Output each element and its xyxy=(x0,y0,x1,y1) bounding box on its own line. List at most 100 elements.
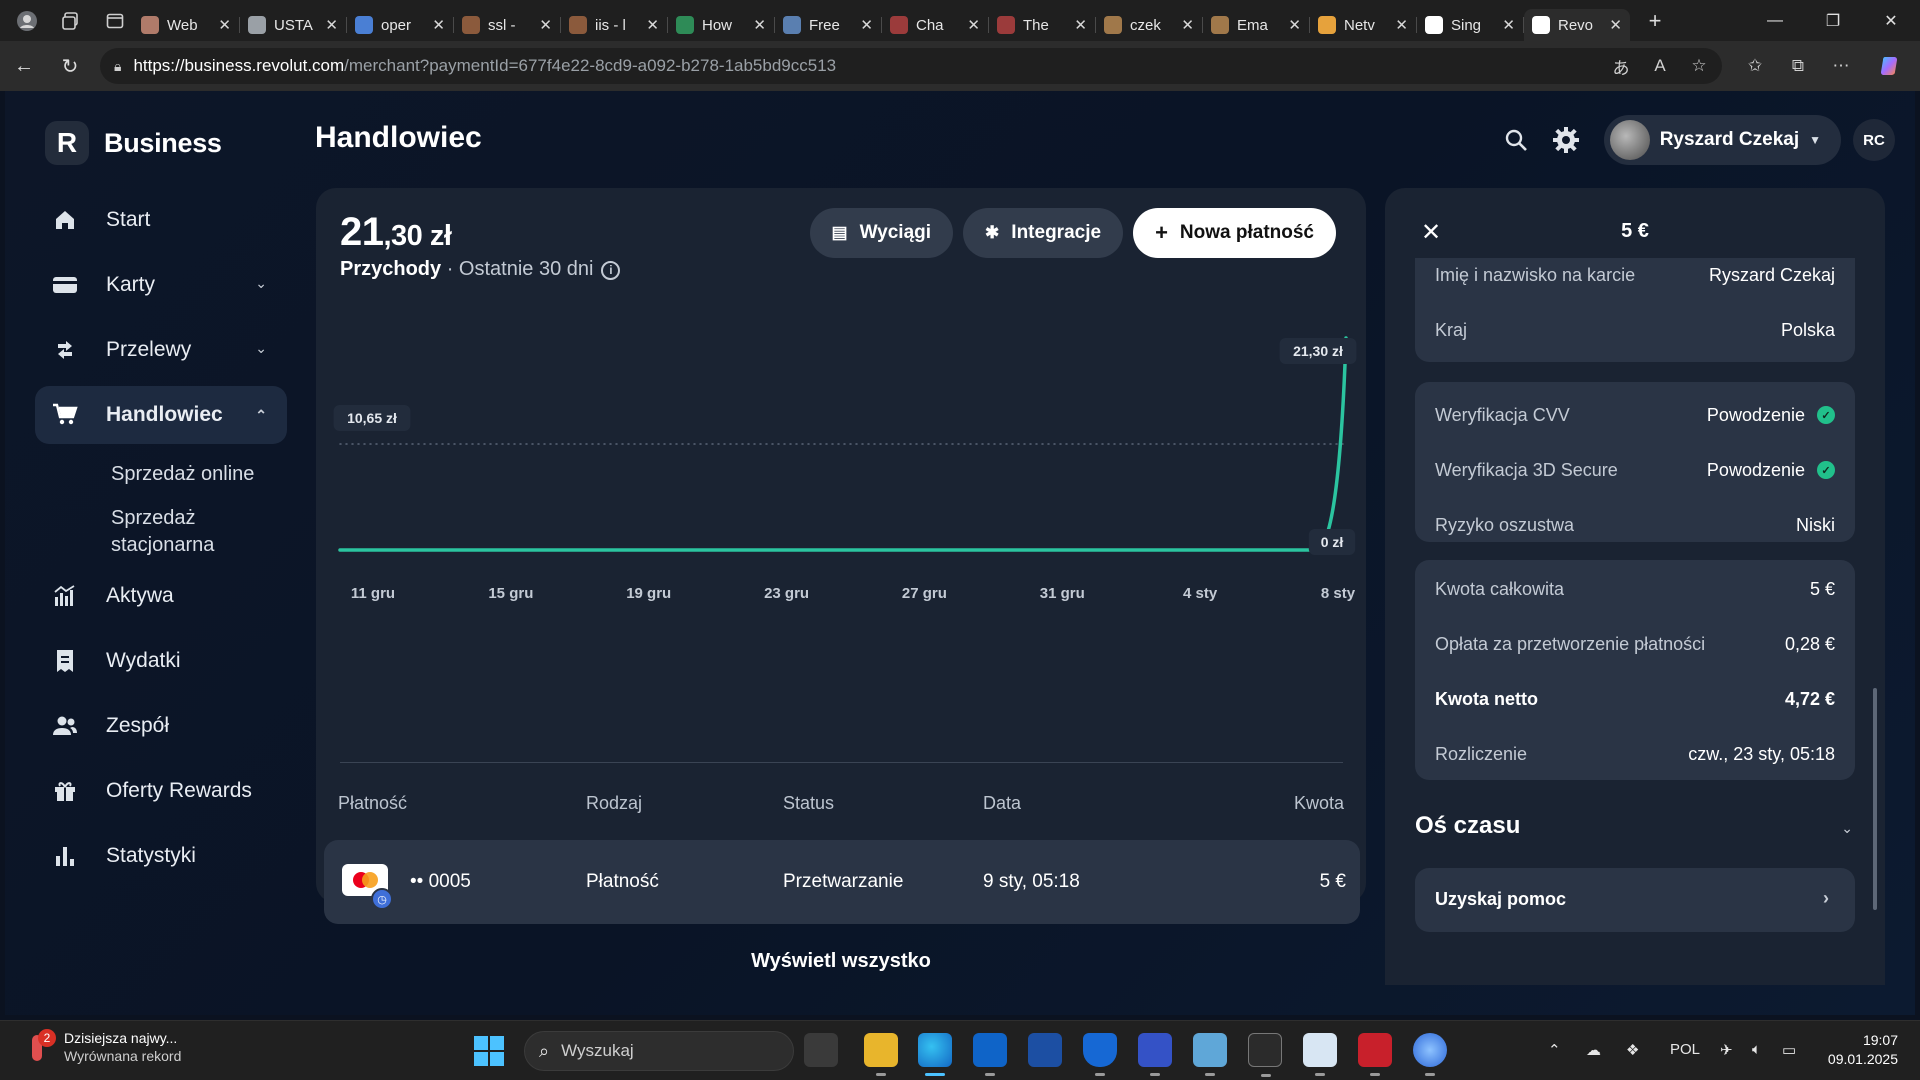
workspaces-icon[interactable] xyxy=(54,7,88,35)
column-header-status[interactable]: Status xyxy=(783,793,834,814)
virtualbox-icon[interactable] xyxy=(1303,1033,1337,1076)
profile-icon[interactable] xyxy=(10,7,44,35)
browser-tab[interactable]: Cha ✕ xyxy=(882,9,989,41)
dropbox-icon[interactable]: ❖ xyxy=(1626,1041,1639,1059)
edge-browser-icon[interactable] xyxy=(918,1033,952,1076)
sidebar-item-start[interactable]: Start xyxy=(35,191,287,249)
store-icon[interactable] xyxy=(1028,1033,1062,1067)
user-menu-button[interactable]: Ryszard Czekaj ▼ xyxy=(1603,115,1841,165)
close-tab-icon[interactable]: ✕ xyxy=(753,16,766,34)
business-initials-avatar[interactable]: RC xyxy=(1853,119,1895,161)
chevron-down-icon[interactable]: ⌄ xyxy=(1841,820,1853,837)
get-help-button[interactable]: Uzyskaj pomoc › xyxy=(1415,868,1855,932)
timeline-header[interactable]: Oś czasu xyxy=(1415,812,1520,840)
sidebar-item-statystyki[interactable]: Statystyki xyxy=(35,827,287,885)
back-button[interactable]: ← xyxy=(8,50,40,82)
taskbar-search[interactable]: ⌕ Wyszukaj xyxy=(524,1031,794,1071)
sidebar-item-handlowiec[interactable]: Handlowiec ⌃ xyxy=(35,386,287,444)
browser-tab[interactable]: How ✕ xyxy=(668,9,775,41)
info-icon[interactable]: i xyxy=(601,261,621,280)
media-app-icon[interactable] xyxy=(1358,1033,1392,1076)
browser-tab[interactable]: oper ✕ xyxy=(347,9,454,41)
battery-icon[interactable]: ▭ xyxy=(1782,1041,1796,1059)
windows-start-icon[interactable] xyxy=(474,1036,504,1066)
column-header-amount[interactable]: Kwota xyxy=(1294,793,1344,814)
statements-button[interactable]: ▤ Wyciągi xyxy=(809,208,954,258)
sidebar-item-aktywa[interactable]: Aktywa xyxy=(35,567,287,625)
url-field[interactable]: 🔒︎ https://business.revolut.com/merchant… xyxy=(100,48,1722,84)
scrollbar-thumb[interactable] xyxy=(1873,688,1877,910)
tab-actions-icon[interactable] xyxy=(98,7,132,35)
integrations-button[interactable]: ✱ Integracje xyxy=(963,208,1124,258)
sidebar-item-karty[interactable]: Karty ⌄ xyxy=(35,256,287,314)
gear-icon[interactable] xyxy=(1546,120,1586,160)
volume-icon[interactable]: 🔈︎ xyxy=(1752,1041,1761,1058)
close-tab-icon[interactable]: ✕ xyxy=(860,16,873,34)
more-menu-icon[interactable]: ⋯ xyxy=(1826,50,1856,82)
close-tab-icon[interactable]: ✕ xyxy=(1395,16,1408,34)
browser-tab[interactable]: czek ✕ xyxy=(1096,9,1203,41)
favorites-icon[interactable]: ✩ xyxy=(1740,50,1770,82)
column-header-date[interactable]: Data xyxy=(983,793,1021,814)
security-shield-icon[interactable] xyxy=(1083,1033,1117,1076)
control-panel-icon[interactable] xyxy=(1193,1033,1227,1076)
sidebar-item-zespol[interactable]: Zespół xyxy=(35,697,287,755)
close-tab-icon[interactable]: ✕ xyxy=(646,16,659,34)
new-tab-button[interactable]: + xyxy=(1640,6,1670,36)
browser-tab[interactable]: Netv ✕ xyxy=(1310,9,1417,41)
chart-x-tick-label: 11 gru xyxy=(351,585,395,602)
view-all-link[interactable]: Wyświetl wszystko xyxy=(316,950,1366,973)
system-clock[interactable]: 19:07 09.01.2025 xyxy=(1828,1031,1898,1069)
copilot-icon[interactable] xyxy=(1876,50,1906,82)
close-tab-icon[interactable]: ✕ xyxy=(1502,16,1515,34)
close-tab-icon[interactable]: ✕ xyxy=(1288,16,1301,34)
close-tab-icon[interactable]: ✕ xyxy=(539,16,552,34)
minimize-button[interactable]: — xyxy=(1746,0,1804,41)
save-disk-icon[interactable] xyxy=(1138,1033,1172,1076)
file-explorer-icon[interactable] xyxy=(864,1033,898,1076)
reload-button[interactable]: ↻ xyxy=(54,50,86,82)
revolut-logo[interactable]: R Business xyxy=(45,121,222,165)
chevron-up-icon[interactable]: ⌃ xyxy=(1548,1041,1561,1059)
maximize-button[interactable]: ❐ xyxy=(1804,0,1862,41)
close-window-button[interactable]: ✕ xyxy=(1862,0,1920,41)
browser-tab[interactable]: ssl - ✕ xyxy=(454,9,561,41)
weather-widget[interactable]: 2 Dzisiejsza najwy... Wyrównana rekord xyxy=(24,1029,181,1065)
close-tab-icon[interactable]: ✕ xyxy=(1181,16,1194,34)
new-payment-button[interactable]: + Nowa płatność xyxy=(1133,208,1336,258)
extensions-icon[interactable]: ⧉ xyxy=(1783,50,1813,82)
browser-tab[interactable]: Web ✕ xyxy=(133,9,240,41)
terminal-icon[interactable] xyxy=(1248,1033,1282,1077)
close-tab-icon[interactable]: ✕ xyxy=(325,16,338,34)
browser-tab[interactable]: Free ✕ xyxy=(775,9,882,41)
browser-tab[interactable]: Revo ✕ xyxy=(1524,9,1630,41)
close-tab-icon[interactable]: ✕ xyxy=(432,16,445,34)
language-indicator[interactable]: POL xyxy=(1670,1041,1700,1058)
airplane-icon[interactable]: ✈ xyxy=(1720,1041,1733,1059)
close-tab-icon[interactable]: ✕ xyxy=(1074,16,1087,34)
column-header-type[interactable]: Rodzaj xyxy=(586,793,642,814)
app-icon[interactable] xyxy=(1413,1033,1447,1076)
close-tab-icon[interactable]: ✕ xyxy=(218,16,231,34)
browser-tab[interactable]: iis - l ✕ xyxy=(561,9,668,41)
browser-tab[interactable]: The ✕ xyxy=(989,9,1096,41)
browser-tab[interactable]: USTA ✕ xyxy=(240,9,347,41)
close-tab-icon[interactable]: ✕ xyxy=(967,16,980,34)
translate-icon[interactable]: あ xyxy=(1606,50,1636,82)
read-aloud-icon[interactable]: A xyxy=(1645,50,1675,82)
column-header-payment[interactable]: Płatność xyxy=(338,793,407,814)
sidebar-item-rewards[interactable]: Oferty Rewards xyxy=(35,762,287,820)
search-icon[interactable] xyxy=(1496,120,1536,160)
browser-tab[interactable]: Sing ✕ xyxy=(1417,9,1524,41)
sidebar-item-wydatki[interactable]: Wydatki xyxy=(35,632,287,690)
close-tab-icon[interactable]: ✕ xyxy=(1609,16,1622,34)
sidebar-subitem-online[interactable]: Sprzedaż online xyxy=(35,451,287,497)
sidebar-subitem-stationary[interactable]: Sprzedaż stacjonarna xyxy=(35,497,245,567)
sidebar-item-przelewy[interactable]: Przelewy ⌄ xyxy=(35,321,287,379)
table-row[interactable]: ◷ •• 0005 Płatność Przetwarzanie 9 sty, … xyxy=(324,840,1360,924)
task-view-icon[interactable] xyxy=(804,1033,838,1067)
outlook-icon[interactable] xyxy=(973,1033,1007,1076)
cloud-icon[interactable]: ☁ xyxy=(1586,1041,1601,1059)
browser-tab[interactable]: Ema ✕ xyxy=(1203,9,1310,41)
favorite-star-icon[interactable]: ☆ xyxy=(1684,50,1714,82)
